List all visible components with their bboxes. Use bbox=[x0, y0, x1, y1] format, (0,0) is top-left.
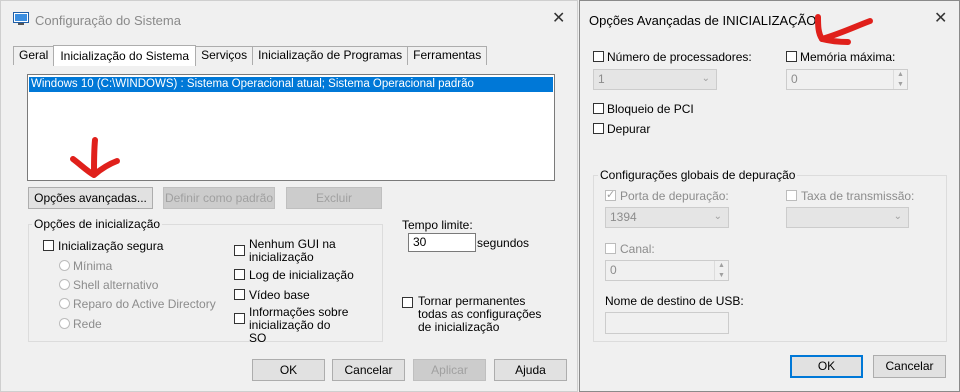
debug-checkbox[interactable] bbox=[593, 123, 604, 134]
chevron-down-icon: ⌄ bbox=[893, 211, 902, 222]
advanced-boot-options-window: Opções Avançadas de INICIALIZAÇÃO ✕ Núme… bbox=[579, 0, 960, 392]
window-title: Configuração do Sistema bbox=[35, 13, 181, 28]
ok-button[interactable]: OK bbox=[252, 359, 325, 381]
tab-bar: Geral Inicialização do Sistema Serviços … bbox=[13, 44, 488, 66]
num-processors-value: 1 bbox=[598, 72, 605, 86]
baud-rate-checkbox[interactable] bbox=[786, 190, 797, 201]
debug-port-checkbox[interactable] bbox=[605, 188, 616, 201]
boot-log-checkbox[interactable] bbox=[234, 269, 245, 280]
debug-port-label: Porta de depuração: bbox=[620, 189, 729, 203]
spinner-buttons[interactable]: ▲ ▼ bbox=[893, 70, 907, 89]
safe-boot-label: Inicialização segura bbox=[58, 239, 164, 253]
network-radio[interactable] bbox=[59, 318, 70, 329]
spin-down-icon[interactable]: ▼ bbox=[894, 80, 907, 90]
spinner-buttons[interactable]: ▲ ▼ bbox=[714, 261, 728, 280]
apply-button[interactable]: Aplicar bbox=[413, 359, 486, 381]
delete-button[interactable]: Excluir bbox=[286, 187, 382, 209]
no-gui-label: Nenhum GUI na inicialização bbox=[249, 237, 336, 264]
cancel-button[interactable]: Cancelar bbox=[873, 355, 946, 378]
no-gui-checkbox[interactable] bbox=[234, 245, 245, 256]
help-button[interactable]: Ajuda bbox=[494, 359, 567, 381]
ok-button[interactable]: OK bbox=[790, 355, 863, 378]
set-default-button[interactable]: Definir como padrão bbox=[163, 187, 275, 209]
app-icon bbox=[13, 12, 29, 26]
os-boot-info-label: Informações sobre inicialização do SO bbox=[249, 305, 349, 345]
network-label: Rede bbox=[73, 317, 102, 331]
channel-label: Canal: bbox=[620, 242, 655, 256]
minimal-radio[interactable] bbox=[59, 260, 70, 271]
channel-value: 0 bbox=[610, 263, 617, 277]
close-icon[interactable]: ✕ bbox=[934, 11, 947, 27]
debug-label: Depurar bbox=[607, 122, 651, 136]
base-video-checkbox[interactable] bbox=[234, 289, 245, 300]
debug-port-select[interactable]: 1394 ⌄ bbox=[605, 207, 729, 228]
base-video-label: Vídeo base bbox=[249, 288, 310, 302]
baud-rate-label: Taxa de transmissão: bbox=[801, 189, 915, 203]
make-permanent-checkbox[interactable] bbox=[402, 297, 413, 308]
num-processors-checkbox[interactable] bbox=[593, 51, 604, 62]
safe-boot-checkbox[interactable] bbox=[43, 240, 54, 251]
channel-checkbox[interactable] bbox=[605, 243, 616, 254]
num-processors-label: Número de processadores: bbox=[607, 50, 752, 64]
usb-target-input[interactable] bbox=[605, 312, 729, 334]
channel-spinner[interactable]: 0 ▲ ▼ bbox=[605, 260, 729, 281]
timeout-label: Tempo limite: bbox=[402, 218, 473, 232]
advanced-options-button[interactable]: Opções avançadas... bbox=[28, 187, 153, 209]
make-permanent-label: Tornar permanentes todas as configuraçõe… bbox=[418, 294, 542, 334]
global-debug-label: Configurações globais de depuração bbox=[598, 168, 798, 182]
num-processors-select[interactable]: 1 ⌄ bbox=[593, 69, 717, 90]
ad-repair-radio[interactable] bbox=[59, 298, 70, 309]
cancel-button[interactable]: Cancelar bbox=[332, 359, 405, 381]
alt-shell-radio[interactable] bbox=[59, 279, 70, 290]
chevron-down-icon: ⌄ bbox=[713, 211, 722, 222]
boot-options-label: Opções de inicialização bbox=[32, 217, 163, 231]
close-icon[interactable]: ✕ bbox=[552, 11, 565, 27]
ad-repair-label: Reparo do Active Directory bbox=[73, 297, 216, 311]
debug-port-value: 1394 bbox=[610, 210, 637, 224]
timeout-input[interactable]: 30 bbox=[408, 233, 476, 252]
alt-shell-label: Shell alternativo bbox=[73, 278, 159, 292]
os-boot-info-checkbox[interactable] bbox=[234, 313, 245, 324]
timeout-unit: segundos bbox=[477, 236, 530, 250]
spin-down-icon[interactable]: ▼ bbox=[715, 271, 728, 281]
minimal-label: Mínima bbox=[73, 259, 113, 273]
boot-log-label: Log de inicialização bbox=[249, 268, 354, 282]
annotation-arrow-down bbox=[70, 137, 120, 178]
pci-lock-label: Bloqueio de PCI bbox=[607, 102, 694, 116]
system-config-window: Configuração do Sistema ✕ Geral Iniciali… bbox=[0, 0, 578, 392]
os-list-item[interactable]: Windows 10 (C:\WINDOWS) : Sistema Operac… bbox=[29, 77, 553, 92]
spin-up-icon[interactable]: ▲ bbox=[894, 70, 907, 80]
max-memory-value: 0 bbox=[791, 72, 798, 86]
baud-rate-select[interactable]: ⌄ bbox=[786, 207, 909, 228]
pci-lock-checkbox[interactable] bbox=[593, 103, 604, 114]
max-memory-label: Memória máxima: bbox=[800, 50, 896, 64]
dialog-title: Opções Avançadas de INICIALIZAÇÃO bbox=[589, 13, 817, 28]
usb-target-label: Nome de destino de USB: bbox=[605, 294, 744, 308]
chevron-down-icon: ⌄ bbox=[701, 73, 710, 84]
spin-up-icon[interactable]: ▲ bbox=[715, 261, 728, 271]
annotation-arrow-left bbox=[815, 14, 873, 45]
max-memory-checkbox[interactable] bbox=[786, 51, 797, 62]
max-memory-spinner[interactable]: 0 ▲ ▼ bbox=[786, 69, 908, 90]
